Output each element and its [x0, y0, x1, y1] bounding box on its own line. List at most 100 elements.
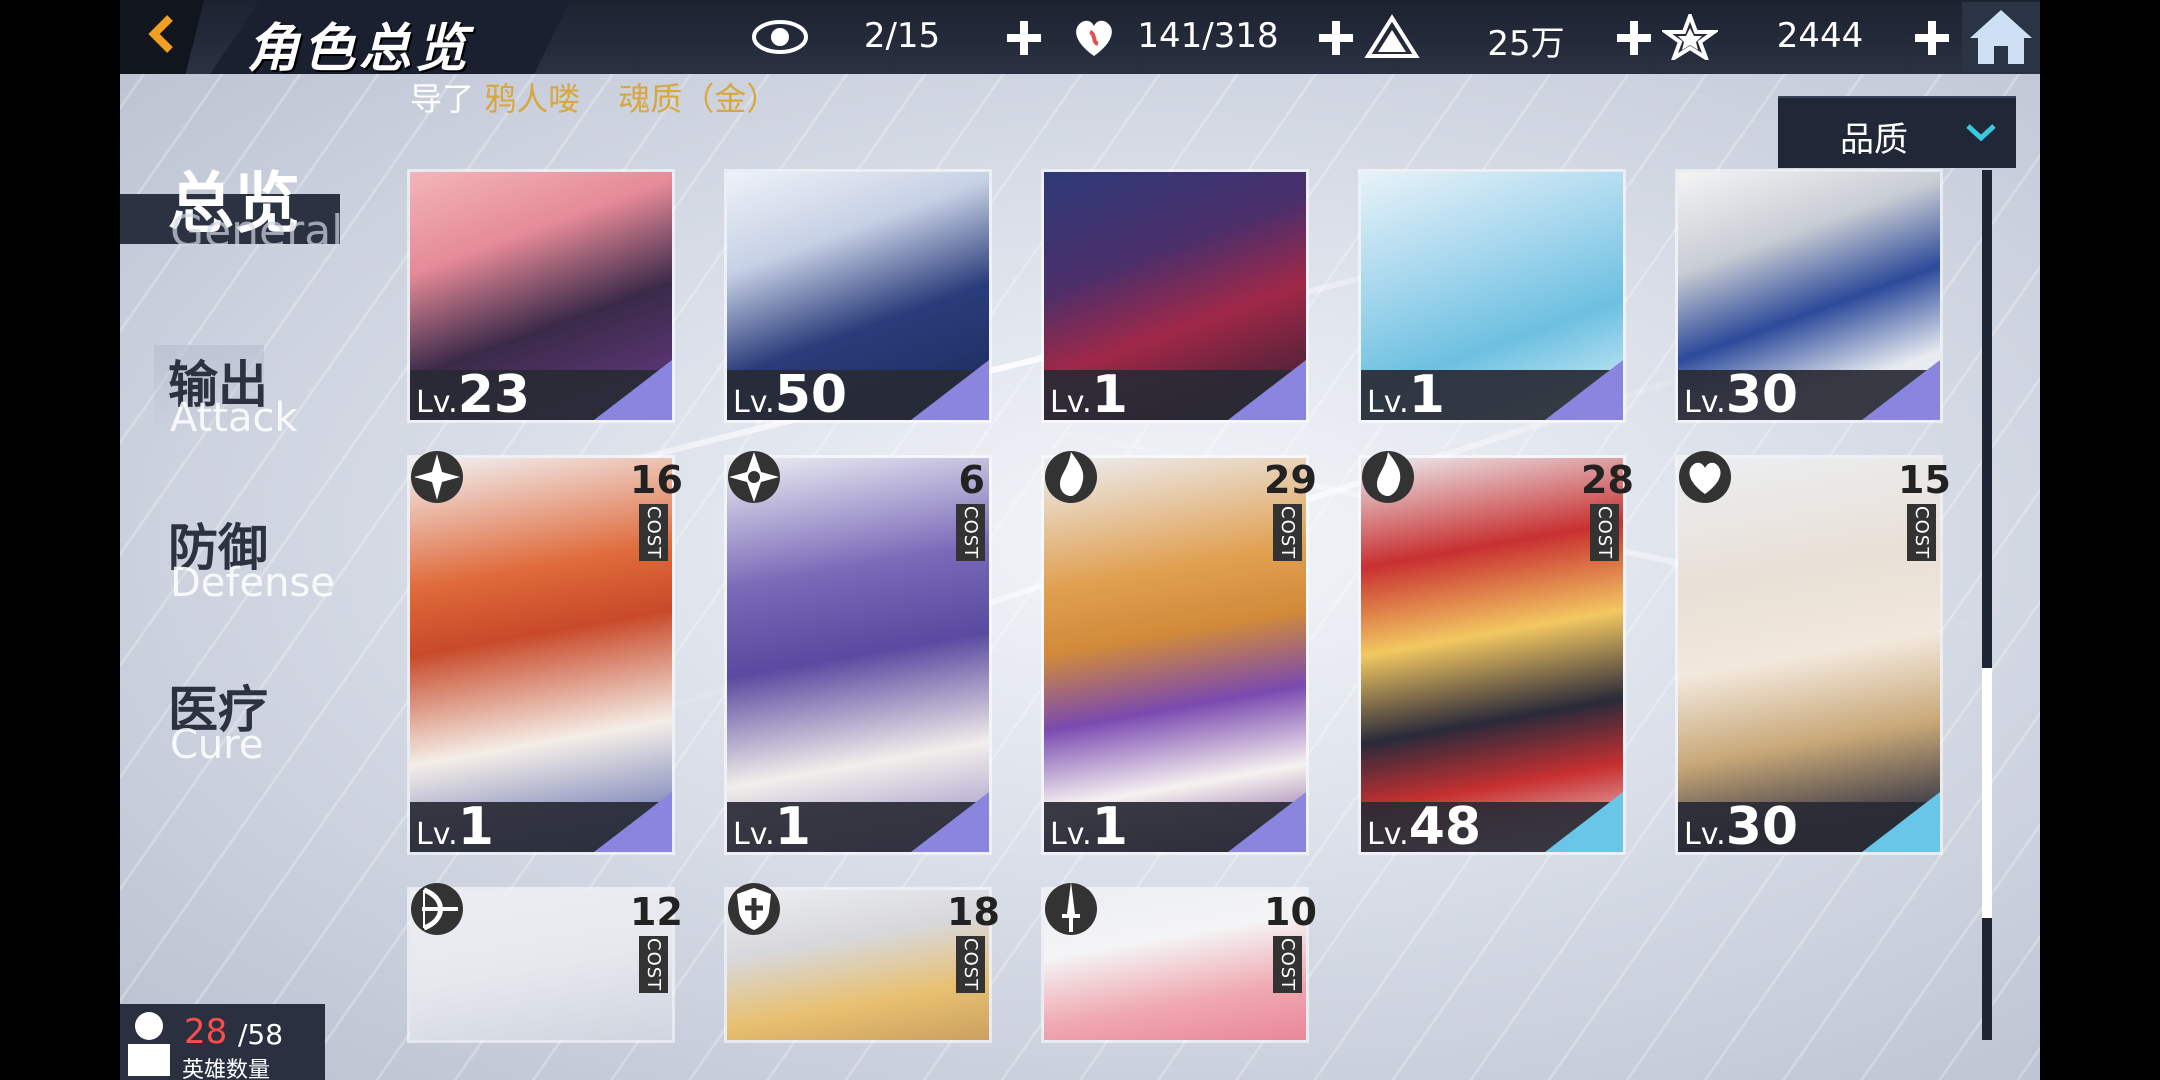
person-icon [128, 1012, 170, 1076]
back-arrow-icon [148, 15, 173, 53]
sort-label: 品质 [1840, 120, 1908, 160]
ticker-item: 魂质（金） [618, 80, 779, 118]
level-label: Lv.48 [1367, 801, 1481, 853]
level-value: 23 [457, 365, 531, 420]
character-card[interactable]: 16 COST Lv.1 [410, 451, 683, 853]
cost-label: COST [956, 936, 985, 994]
gold-value: 25万 [1487, 24, 1565, 64]
hero-count-panel: 28 /58 英雄数量 [120, 1004, 325, 1080]
cost-badge: 28 COST [1581, 458, 1634, 565]
fire-class-icon [1362, 451, 1414, 503]
tab-cure[interactable]: 医疗 Cure [120, 670, 340, 780]
cost-value: 15 [1898, 458, 1951, 502]
game-screen: 角色总览 2/15 141/318 25万 2444 导了 鸦人喽 魂质（金） … [120, 0, 2040, 1080]
level-prefix: Lv. [1050, 385, 1092, 420]
cost-label: COST [639, 936, 668, 994]
eye-icon [752, 20, 808, 54]
level-label: Lv.1 [416, 801, 494, 853]
level-prefix: Lv. [1684, 817, 1726, 852]
bow-archer-icon [411, 883, 463, 935]
gold-triangle-icon [1364, 14, 1420, 58]
level-value: 1 [457, 797, 494, 857]
page-title: 角色总览 [247, 19, 472, 79]
cost-value: 18 [947, 890, 1000, 934]
cost-value: 28 [1581, 458, 1634, 502]
cost-badge: 15 COST [1898, 458, 1951, 565]
cost-value: 16 [630, 458, 683, 502]
level-value: 1 [1408, 365, 1445, 420]
level-value: 48 [1408, 797, 1482, 857]
hero-count-current: 28 [184, 1012, 228, 1052]
add-eye-button[interactable] [1004, 18, 1044, 58]
add-crystal-button[interactable] [1912, 18, 1952, 58]
home-button[interactable] [1962, 2, 2040, 72]
scrollbar-thumb[interactable] [1982, 668, 1992, 918]
cost-badge: 16 COST [630, 458, 683, 565]
character-card[interactable]: 10 COST [1044, 882, 1317, 1040]
cost-badge: 29 COST [1264, 458, 1317, 565]
character-card[interactable]: Lv.23 [410, 172, 672, 420]
stamina-heart-icon [1076, 20, 1112, 56]
sort-dropdown[interactable]: 品质 [1778, 96, 2016, 168]
level-prefix: Lv. [1367, 385, 1409, 420]
eye-value: 2/15 [863, 16, 941, 56]
crystal-star-icon [1662, 14, 1718, 60]
tab-general[interactable]: 总览 General [120, 150, 420, 270]
assassin-shuriken-icon [728, 451, 780, 503]
cost-label: COST [1907, 504, 1936, 562]
character-card[interactable]: Lv.50 [727, 172, 989, 420]
cost-value: 29 [1264, 458, 1317, 502]
character-card[interactable]: Lv.30 [1678, 172, 1940, 420]
stamina-value: 141/318 [1137, 16, 1279, 56]
shield-defense-icon [728, 883, 780, 935]
character-card[interactable]: Lv.1 [1361, 172, 1623, 420]
character-card[interactable]: 28 COST Lv.48 [1361, 451, 1634, 853]
level-prefix: Lv. [416, 817, 458, 852]
tab-attack-sublabel: Attack [170, 395, 298, 441]
cost-label: COST [956, 504, 985, 562]
cost-badge: 6 COST [947, 458, 985, 565]
character-card[interactable]: Lv.1 [1044, 172, 1306, 420]
tab-defense-sublabel: Defense [170, 560, 335, 606]
level-value: 1 [774, 797, 811, 857]
level-prefix: Lv. [1684, 385, 1726, 420]
heart-support-icon [1679, 451, 1731, 503]
add-stamina-button[interactable] [1316, 18, 1356, 58]
tab-attack[interactable]: 输出 Attack [120, 345, 340, 455]
ticker-name: 鸦人喽 [484, 80, 581, 118]
tab-defense[interactable]: 防御 Defense [120, 508, 340, 618]
tab-general-sublabel: General [170, 206, 344, 257]
cost-label: COST [1273, 504, 1302, 562]
level-label: Lv.50 [733, 369, 847, 420]
hero-count-label: 英雄数量 [182, 1058, 271, 1080]
character-card[interactable]: 6 COST Lv.1 [727, 451, 989, 853]
level-value: 30 [1725, 365, 1799, 420]
level-prefix: Lv. [733, 817, 775, 852]
chevron-down-icon [1966, 124, 1996, 142]
crystal-value: 2444 [1776, 16, 1864, 56]
tab-cure-sublabel: Cure [170, 722, 264, 768]
character-card[interactable]: 29 COST Lv.1 [1044, 451, 1317, 853]
back-button[interactable] [120, 0, 204, 74]
level-label: Lv.1 [1050, 369, 1128, 420]
level-prefix: Lv. [416, 385, 458, 420]
news-ticker: 导了 鸦人喽 魂质（金） [410, 74, 1010, 120]
cost-badge: 10 COST [1264, 890, 1317, 997]
cost-label: COST [639, 504, 668, 562]
hero-count-max: /58 [238, 1018, 284, 1051]
cost-badge: 12 COST [630, 890, 683, 997]
cost-label: COST [1273, 936, 1302, 994]
level-value: 1 [1091, 365, 1128, 420]
cost-value: 10 [1264, 890, 1317, 934]
level-prefix: Lv. [1367, 817, 1409, 852]
character-card[interactable]: 12 COST [410, 883, 683, 1040]
character-card[interactable]: 15 COST Lv.30 [1678, 451, 1951, 853]
level-label: Lv.1 [1367, 369, 1445, 420]
level-label: Lv.23 [416, 369, 530, 420]
level-value: 30 [1725, 797, 1799, 857]
add-gold-button[interactable] [1614, 18, 1654, 58]
cost-value: 12 [630, 890, 683, 934]
character-card[interactable]: 18 COST [727, 883, 1000, 1040]
home-icon [1970, 10, 2032, 64]
level-prefix: Lv. [733, 385, 775, 420]
